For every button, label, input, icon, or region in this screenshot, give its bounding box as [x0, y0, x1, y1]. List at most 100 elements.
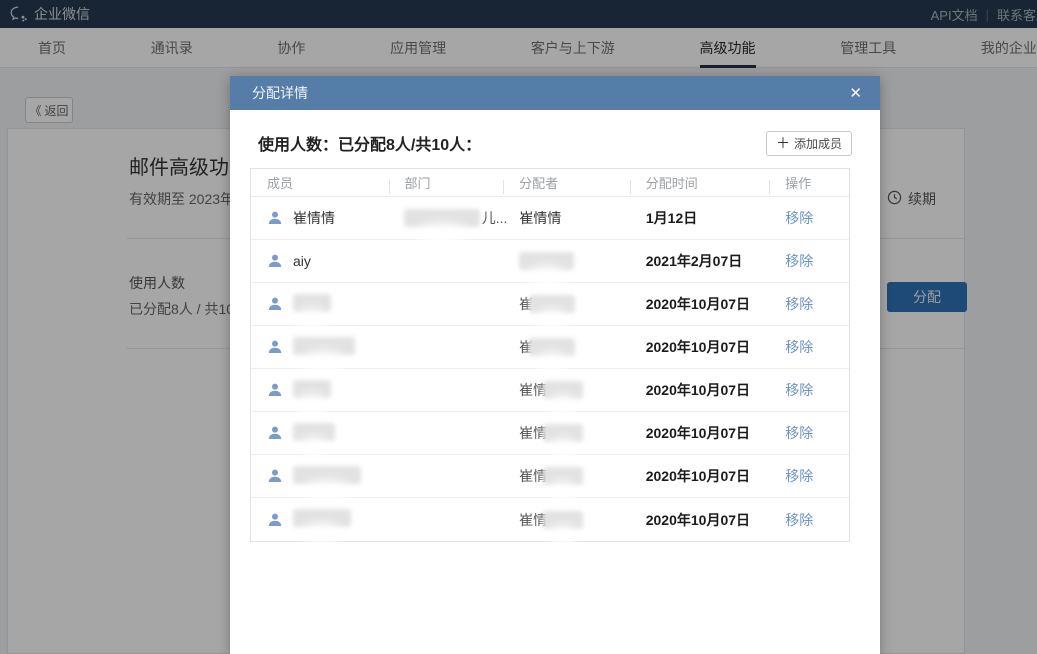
column-header-member: 成员: [251, 173, 389, 192]
assigner-cell: [503, 252, 630, 270]
remove-link[interactable]: 移除: [785, 423, 813, 443]
remove-link[interactable]: 移除: [785, 380, 813, 400]
department-cell: 儿...: [388, 208, 503, 228]
remove-link[interactable]: 移除: [785, 337, 813, 357]
action-cell: 移除: [769, 510, 849, 530]
person-icon: [267, 382, 283, 398]
action-cell: 移除: [769, 337, 849, 357]
redacted-blur: [543, 511, 583, 529]
action-cell: 移除: [769, 380, 849, 400]
table-row: 崔情 2020年10月07日 移除: [251, 455, 849, 498]
member-cell: [251, 294, 389, 315]
action-cell: 移除: [769, 208, 849, 228]
column-header-assign-time: 分配时间: [630, 173, 770, 192]
redacted-blur: [293, 466, 361, 484]
table-row: aiy 2021年2月07日 移除: [251, 240, 849, 283]
person-icon: [267, 210, 283, 226]
assign-date: 2020年10月07日: [646, 380, 750, 400]
assigner-cell: 崔情情: [503, 208, 629, 228]
member-name: [293, 294, 331, 315]
remove-link[interactable]: 移除: [785, 208, 813, 228]
modal-usage-line: 使用人数：已分配8人/共10人：: [258, 131, 481, 155]
assigner-cell: 崔情: [503, 423, 630, 443]
assign-time-cell: 2020年10月07日: [630, 466, 770, 486]
assigner-cell: 崔情: [503, 510, 630, 530]
person-icon: [267, 468, 283, 484]
assign-date: 2020年10月07日: [646, 423, 750, 443]
assigner-cell: 崔: [503, 337, 630, 357]
column-header-assigner: 分配者: [503, 173, 630, 192]
remove-link[interactable]: 移除: [785, 510, 813, 530]
members-table: 成员 部门 分配者 分配时间 操作 崔情情 儿... 崔情情 1月12日 移除 …: [250, 168, 850, 542]
member-cell: [251, 423, 389, 444]
assign-time-cell: 2020年10月07日: [630, 423, 770, 443]
member-cell: 崔情情: [251, 208, 388, 228]
add-member-button[interactable]: ＋ 添加成员: [766, 131, 852, 156]
remove-link[interactable]: 移除: [785, 251, 813, 271]
plus-icon: ＋: [776, 133, 790, 153]
assignment-details-modal: 分配详情 ✕ 使用人数：已分配8人/共10人： ＋ 添加成员 成员 部门 分配者…: [230, 76, 880, 654]
redacted-blur: [519, 252, 574, 270]
member-name: aiy: [293, 253, 311, 269]
table-row: 崔情 2020年10月07日 移除: [251, 412, 849, 455]
redacted-blur: [543, 381, 583, 399]
member-name: [293, 466, 361, 487]
redacted-blur: [293, 423, 335, 441]
assigner-name: 崔情情: [519, 208, 561, 228]
close-icon[interactable]: ✕: [845, 82, 866, 105]
assigner-cell: 崔情: [503, 380, 630, 400]
assign-date: 2020年10月07日: [646, 337, 750, 357]
redacted-blur: [543, 467, 583, 485]
assign-time-cell: 2020年10月07日: [630, 510, 770, 530]
modal-title: 分配详情: [252, 83, 308, 103]
assign-date: 1月12日: [646, 208, 697, 228]
redacted-blur: [404, 209, 479, 227]
assign-date: 2020年10月07日: [646, 510, 750, 530]
modal-header: 分配详情 ✕: [230, 76, 880, 110]
person-icon: [267, 339, 283, 355]
action-cell: 移除: [769, 294, 849, 314]
member-name: [293, 423, 335, 444]
assigner-cell: 崔情: [503, 466, 630, 486]
action-cell: 移除: [769, 251, 849, 271]
assign-time-cell: 2020年10月07日: [630, 294, 770, 314]
member-name: 崔情情: [293, 208, 335, 228]
assign-date: 2020年10月07日: [646, 294, 750, 314]
add-member-label: 添加成员: [794, 135, 842, 152]
assign-date: 2020年10月07日: [646, 466, 750, 486]
person-icon: [267, 296, 283, 312]
table-row: 崔情 2020年10月07日 移除: [251, 369, 849, 412]
person-icon: [267, 512, 283, 528]
person-icon: [267, 253, 283, 269]
member-name: [293, 380, 331, 401]
redacted-blur: [529, 295, 575, 313]
table-row: 崔 2020年10月07日 移除: [251, 326, 849, 369]
table-header-row: 成员 部门 分配者 分配时间 操作: [251, 169, 849, 197]
remove-link[interactable]: 移除: [785, 294, 813, 314]
member-cell: [251, 509, 389, 530]
assign-time-cell: 2020年10月07日: [630, 380, 770, 400]
assigner-cell: 崔: [503, 294, 630, 314]
table-row: 崔情情 儿... 崔情情 1月12日 移除: [251, 197, 849, 240]
assign-time-cell: 1月12日: [630, 208, 769, 228]
assign-time-cell: 2021年2月07日: [630, 251, 770, 271]
member-name: [293, 509, 351, 530]
column-header-department: 部门: [389, 173, 504, 192]
assign-time-cell: 2020年10月07日: [630, 337, 770, 357]
action-cell: 移除: [769, 466, 849, 486]
redacted-blur: [293, 294, 331, 312]
person-icon: [267, 425, 283, 441]
column-header-action: 操作: [769, 173, 849, 192]
redacted-blur: [293, 509, 351, 527]
redacted-blur: [543, 424, 583, 442]
table-row: 崔情 2020年10月07日 移除: [251, 498, 849, 541]
member-cell: aiy: [251, 253, 389, 269]
member-cell: [251, 466, 389, 487]
member-cell: [251, 380, 389, 401]
action-cell: 移除: [769, 423, 849, 443]
member-cell: [251, 337, 389, 358]
remove-link[interactable]: 移除: [785, 466, 813, 486]
assign-date: 2021年2月07日: [646, 251, 743, 271]
table-row: 崔 2020年10月07日 移除: [251, 283, 849, 326]
redacted-blur: [293, 337, 355, 355]
